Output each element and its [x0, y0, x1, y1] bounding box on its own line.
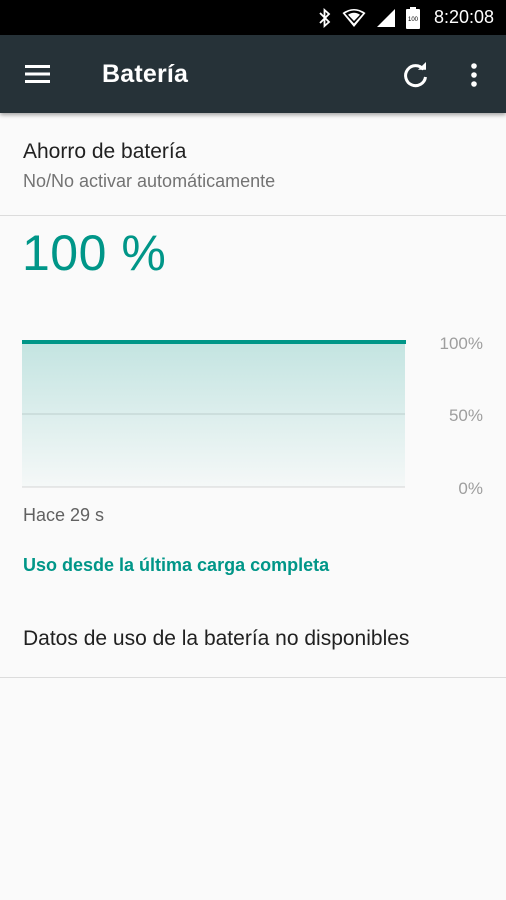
clock: 8:20:08: [433, 7, 494, 27]
more-vert-icon[interactable]: [462, 59, 486, 91]
y-label-100: 100%: [439, 334, 483, 353]
battery-saver-item[interactable]: Ahorro de batería No/No activar automáti…: [0, 113, 506, 215]
y-label-0: 0%: [458, 479, 483, 498]
menu-icon[interactable]: [22, 60, 56, 88]
battery-icon-text: 100: [408, 17, 419, 23]
battery-history-chart: 100% 50% 0%: [0, 320, 506, 500]
no-usage-data-message: Datos de uso de la batería no disponible…: [23, 627, 410, 650]
battery-percentage: 100 %: [22, 225, 167, 281]
time-ago-label: Hace 29 s: [23, 505, 105, 525]
app-toolbar: Batería: [0, 35, 506, 113]
divider: [0, 215, 506, 216]
battery-icon: 100: [405, 6, 420, 29]
signal-icon: [376, 8, 396, 28]
y-label-50: 50%: [448, 406, 483, 425]
bluetooth-icon: [318, 7, 332, 28]
divider: [0, 677, 506, 678]
battery-saver-title: Ahorro de batería: [23, 140, 187, 163]
page-title: Batería: [102, 60, 189, 88]
battery-saver-summary: No/No activar automáticamente: [23, 171, 276, 191]
status-bar: 100 8:20:08: [0, 0, 506, 35]
usage-since-full-charge-link[interactable]: Uso desde la última carga completa: [23, 555, 329, 576]
wifi-icon: [342, 8, 366, 28]
battery-level-area: [22, 342, 405, 487]
refresh-icon[interactable]: [400, 59, 432, 91]
